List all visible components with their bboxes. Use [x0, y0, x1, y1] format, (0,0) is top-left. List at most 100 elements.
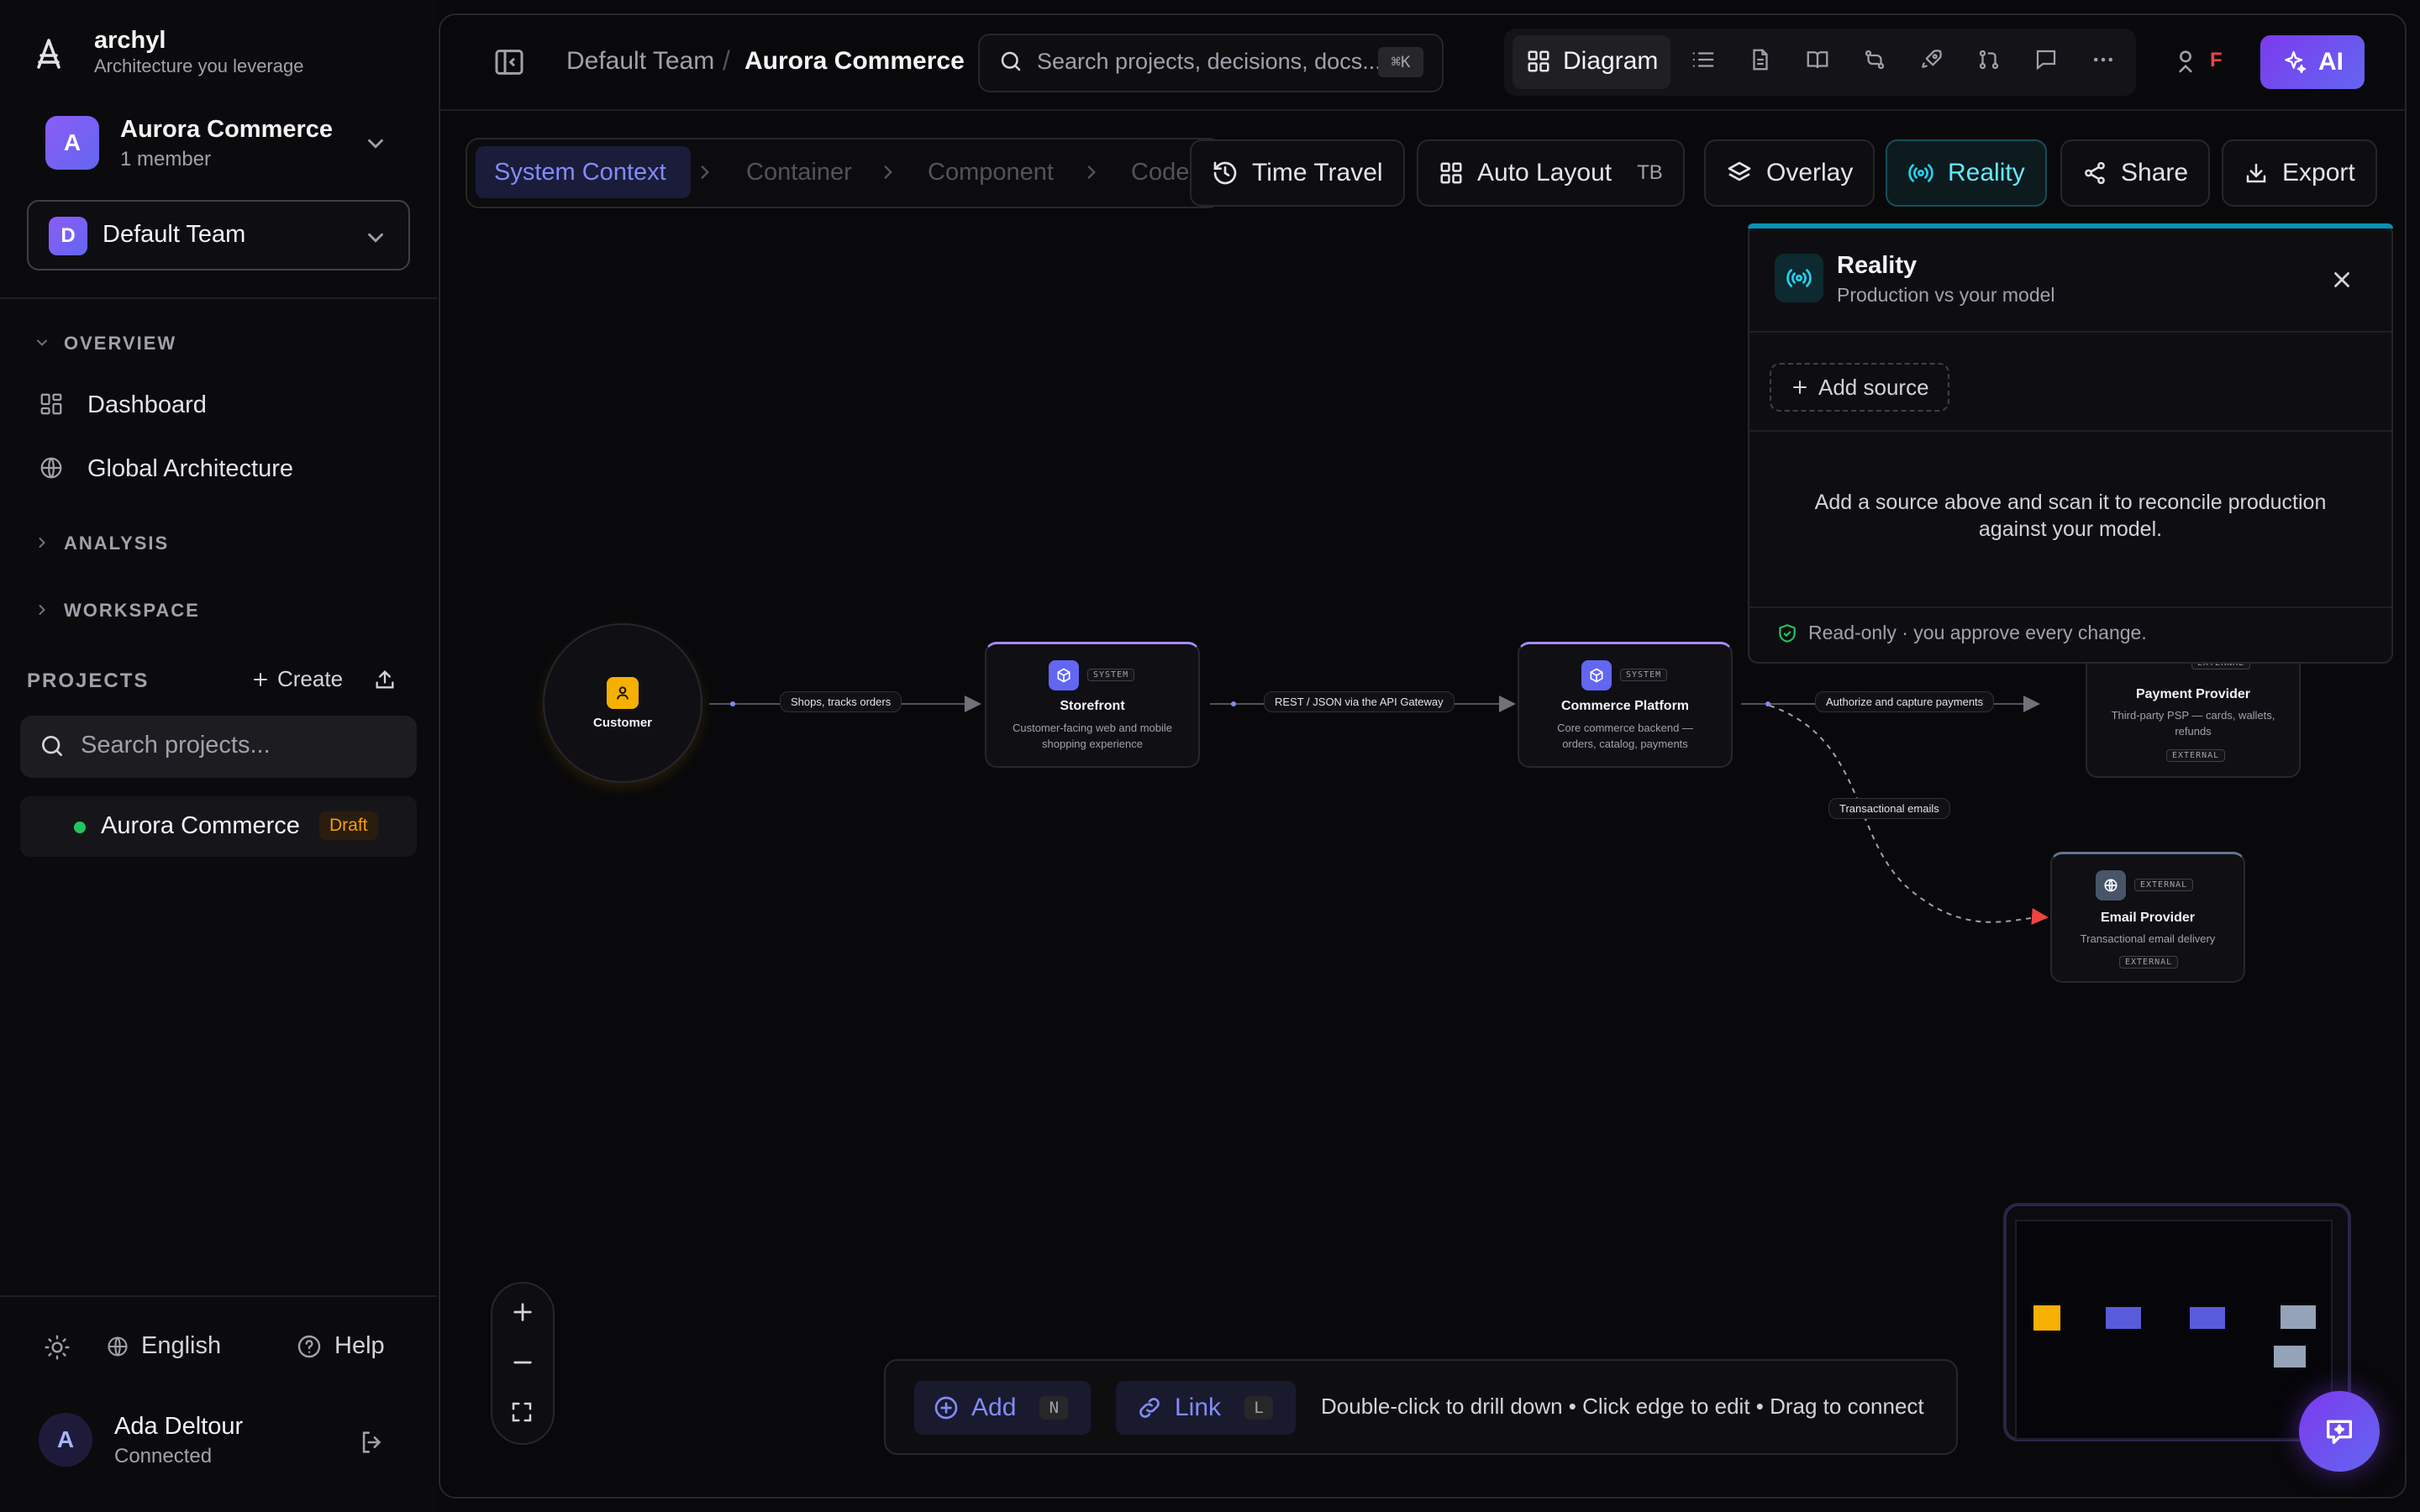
more-icon[interactable]: [2091, 47, 2116, 72]
breadcrumb-separator: /: [723, 45, 730, 76]
edge-label[interactable]: Authorize and capture payments: [1815, 691, 1995, 712]
node-tag: SYSTEM: [1620, 669, 1668, 681]
zoom-out-icon[interactable]: [509, 1349, 536, 1376]
chat-icon[interactable]: [2033, 47, 2059, 72]
zoom-in-icon[interactable]: [509, 1299, 536, 1326]
presence-icon[interactable]: [2171, 47, 2200, 76]
node-title: Payment Provider: [2135, 687, 2251, 701]
ai-button[interactable]: AI: [2260, 35, 2365, 89]
section-overview[interactable]: OVERVIEW: [64, 333, 176, 354]
project-members: 1 member: [120, 148, 212, 171]
share-label: Share: [2121, 159, 2189, 186]
tab-container[interactable]: Container: [746, 159, 852, 186]
divider: [1749, 430, 2391, 432]
chevron-right-icon[interactable]: [34, 534, 50, 551]
node-description: Third-party PSP — cards, wallets,: [2111, 709, 2275, 722]
node-description: refunds: [2175, 725, 2212, 738]
presence-initial: F: [2210, 49, 2223, 71]
create-project-button[interactable]: Create: [250, 666, 343, 692]
project-list-item-name: Aurora Commerce: [101, 812, 300, 839]
node-title: Storefront: [1060, 699, 1125, 713]
minimap-node: [2190, 1307, 2225, 1329]
globe-icon: [2096, 870, 2126, 900]
search-icon: [998, 49, 1023, 74]
plus-circle-icon: [934, 1396, 958, 1420]
shield-check-icon: [1779, 623, 1796, 643]
globe-icon: [108, 1336, 128, 1357]
history-icon: [1213, 161, 1237, 185]
sun-icon[interactable]: [44, 1334, 71, 1361]
support-chat-button[interactable]: [2299, 1391, 2380, 1472]
minimap-node: [2106, 1307, 2141, 1329]
section-workspace[interactable]: WORKSPACE: [64, 600, 200, 622]
export-label: Export: [2282, 159, 2355, 186]
sidebar: archyl Architecture you leverage A Auror…: [0, 0, 437, 1512]
breadcrumb-team[interactable]: Default Team: [566, 47, 714, 76]
book-icon[interactable]: [1805, 47, 1830, 72]
section-analysis[interactable]: ANALYSIS: [64, 533, 169, 554]
minimap-viewport[interactable]: [2015, 1220, 2333, 1440]
tab-system-context[interactable]: System Context: [494, 159, 666, 186]
edge-label[interactable]: Shops, tracks orders: [780, 691, 902, 712]
help-icon: [297, 1335, 321, 1357]
reality-footer: Read-only · you approve every change.: [1776, 622, 2147, 644]
auto-layout-button[interactable]: Auto Layout TB: [1417, 139, 1685, 207]
download-icon: [2246, 163, 2266, 183]
flow-icon[interactable]: [1862, 47, 1887, 72]
reality-button[interactable]: Reality: [1886, 139, 2047, 207]
upload-icon[interactable]: [373, 668, 397, 691]
status-dot: [74, 822, 86, 833]
list-icon[interactable]: [1691, 47, 1716, 72]
node-badge: EXTERNAL: [2166, 749, 2226, 762]
sidebar-toggle-icon[interactable]: [492, 45, 526, 79]
grid-icon: [1526, 49, 1551, 74]
chevron-right-icon: [1081, 161, 1102, 183]
add-node-button[interactable]: Add N: [914, 1381, 1091, 1435]
minimap-node: [2033, 1305, 2060, 1331]
project-search-placeholder: Search projects...: [81, 732, 271, 759]
chevron-down-icon[interactable]: [34, 334, 50, 351]
rocket-icon[interactable]: [1919, 47, 1944, 72]
sidebar-item-global-architecture[interactable]: Global Architecture: [87, 455, 293, 483]
tab-code[interactable]: Code: [1131, 159, 1189, 186]
share-button[interactable]: Share: [2060, 139, 2211, 207]
chevron-right-icon[interactable]: [34, 601, 50, 618]
add-source-label: Add source: [1818, 374, 1929, 400]
divider: [1749, 331, 2391, 333]
reality-accent-bar: [1748, 223, 2393, 228]
pull-request-icon[interactable]: [1976, 47, 2002, 72]
search-icon: [39, 732, 66, 759]
language-select[interactable]: English: [106, 1332, 221, 1360]
layout-icon: [1440, 162, 1462, 184]
team-avatar: D: [49, 217, 87, 255]
plus-icon: [254, 672, 267, 686]
breadcrumb-project[interactable]: Aurora Commerce: [744, 47, 965, 76]
node-tag: EXTERNAL: [2134, 879, 2194, 891]
document-icon[interactable]: [1748, 47, 1773, 72]
chevron-down-icon[interactable]: [363, 225, 388, 250]
tab-component[interactable]: Component: [928, 159, 1054, 186]
empty-state-line: against your model.: [1978, 517, 2163, 541]
export-button[interactable]: Export: [2222, 139, 2377, 207]
close-icon[interactable]: [2329, 267, 2354, 292]
minimap-node: [2274, 1346, 2306, 1368]
reality-label: Reality: [1948, 159, 2025, 186]
logout-icon[interactable]: [358, 1428, 387, 1457]
sidebar-item-dashboard[interactable]: Dashboard: [87, 391, 207, 419]
link-button[interactable]: Link L: [1116, 1381, 1296, 1435]
node-description: Core commerce backend —: [1557, 722, 1693, 734]
fit-view-icon[interactable]: [509, 1399, 534, 1425]
help-button[interactable]: Help: [296, 1332, 385, 1360]
avatar[interactable]: A: [39, 1413, 92, 1467]
node-description: shopping experience: [1042, 738, 1143, 750]
overlay-button[interactable]: Overlay: [1704, 139, 1876, 207]
broadcast-icon: [1775, 254, 1823, 302]
status-badge: Draft: [319, 811, 378, 840]
broadcast-icon: [1908, 164, 1933, 182]
edge-label[interactable]: Transactional emails: [1828, 798, 1950, 819]
user-name: Ada Deltour: [114, 1413, 244, 1440]
add-source-button[interactable]: Add source: [1770, 363, 1949, 412]
edge-label[interactable]: REST / JSON via the API Gateway: [1264, 691, 1455, 712]
time-travel-button[interactable]: Time Travel: [1190, 139, 1405, 207]
chevron-down-icon[interactable]: [363, 131, 388, 156]
